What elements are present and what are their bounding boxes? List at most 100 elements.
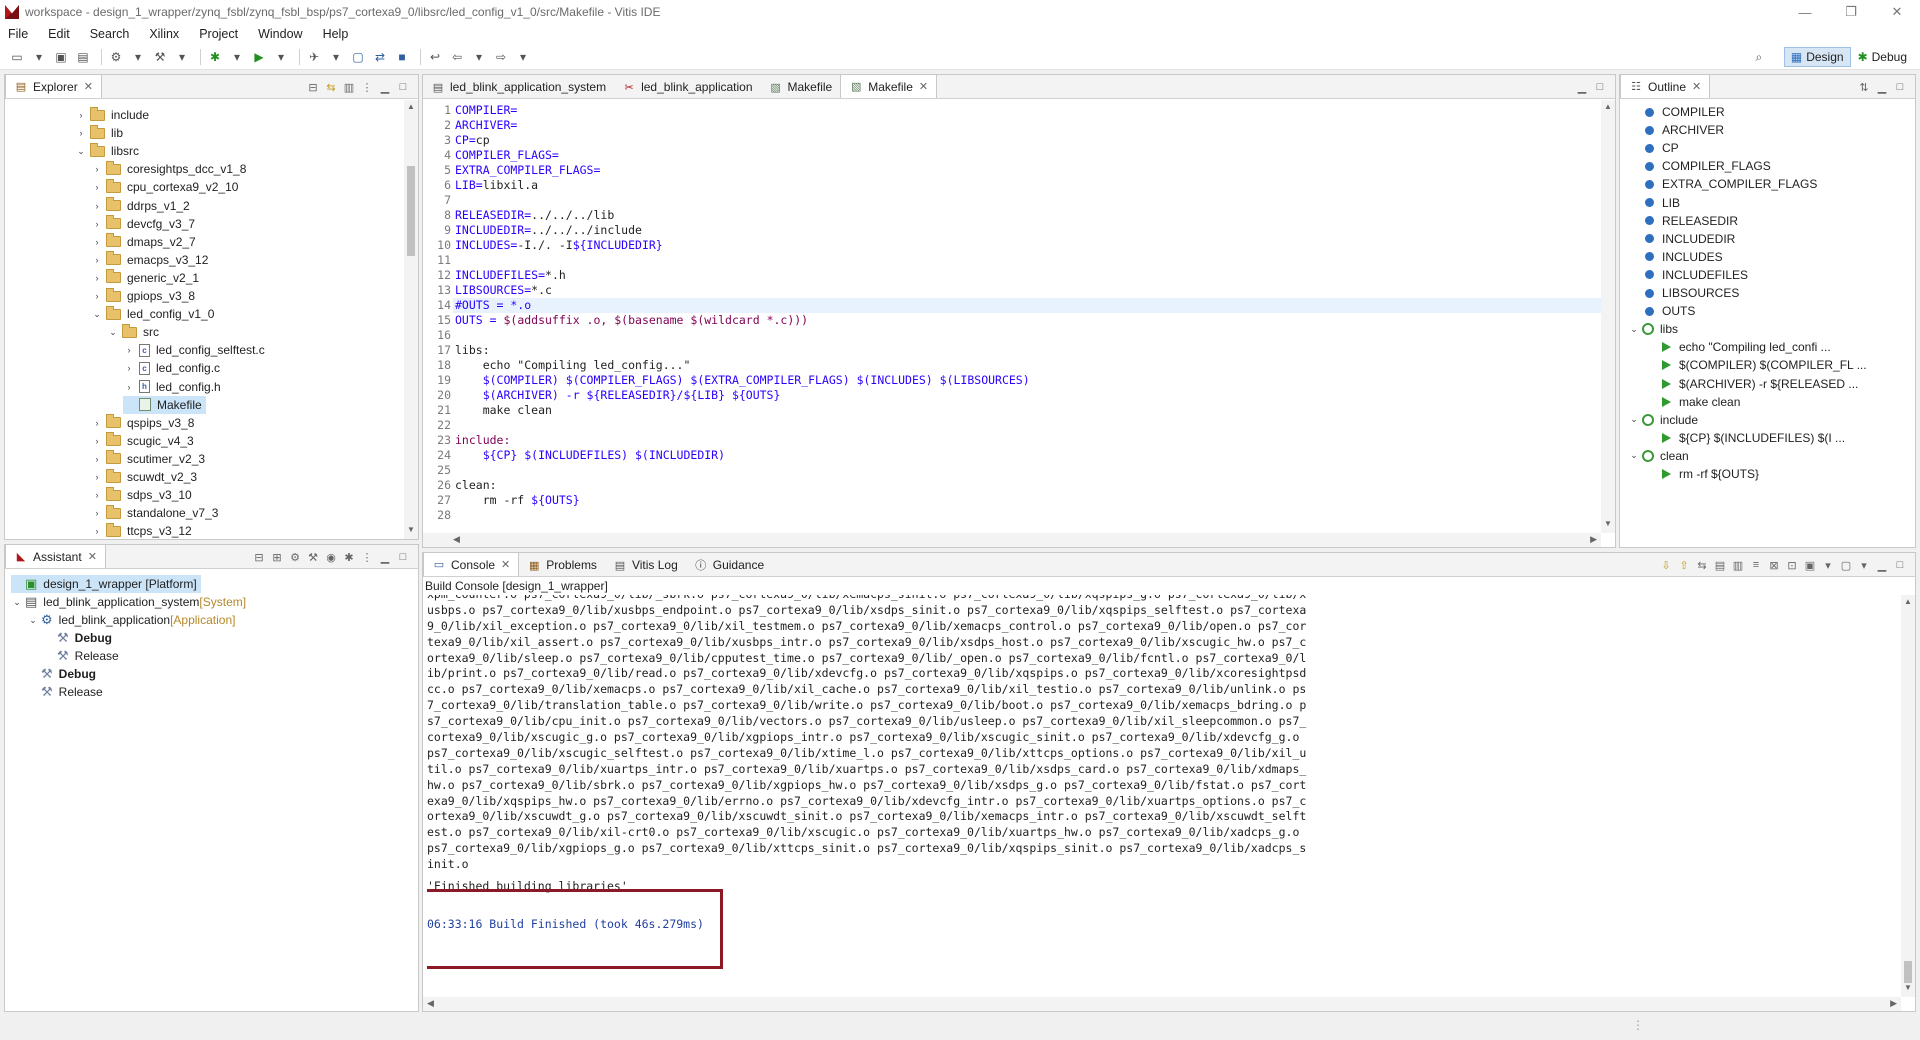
run-icon[interactable]: ▶ [250, 48, 268, 66]
maximize-icon[interactable]: □ [394, 79, 412, 95]
dropdown-icon[interactable]: ▾ [470, 48, 488, 66]
expand-toggle-icon[interactable]: ⌄ [1628, 450, 1640, 461]
tab-console[interactable]: ▭ Console ✕ [423, 552, 520, 576]
link-icon[interactable]: ⇆ [1693, 557, 1711, 573]
tree-item[interactable]: › devcfg_v3_7 [91, 215, 195, 233]
scroll-right-icon[interactable]: ▶ [1890, 998, 1897, 1009]
tree-item[interactable]: › scuwdt_v2_3 [91, 468, 197, 486]
tree-item[interactable]: › cpu_cortexa9_v2_10 [91, 178, 238, 196]
perspective-design[interactable]: ▦ Design [1783, 47, 1851, 67]
menu-help[interactable]: Help [323, 27, 349, 41]
scroll-lock-up-icon[interactable]: ⇧ [1675, 557, 1693, 573]
tree-item[interactable]: › ttcps_v3_12 [91, 522, 192, 539]
outline-item[interactable]: COMPILER [1628, 103, 1725, 121]
perspective-debug[interactable]: ✱ Debug [1851, 47, 1914, 67]
tree-item[interactable]: › ddrps_v1_2 [91, 197, 190, 215]
last-edit-icon[interactable]: ↩ [426, 48, 444, 66]
scroll-down-icon[interactable]: ▼ [404, 525, 418, 537]
expand-toggle-icon[interactable]: ⌄ [1628, 414, 1640, 425]
restore-button[interactable]: ❐ [1828, 0, 1874, 24]
expand-toggle-icon[interactable]: ⌄ [91, 309, 103, 320]
filter-icon[interactable]: ▥ [340, 79, 358, 95]
tab-guidance[interactable]: ⓘ Guidance [686, 554, 772, 576]
expand-toggle-icon[interactable]: › [91, 472, 103, 482]
expand-toggle-icon[interactable]: › [91, 508, 103, 518]
debug-icon[interactable]: ✱ [340, 549, 358, 565]
explorer-scrollbar[interactable]: ▲ ▼ [404, 100, 418, 539]
close-icon[interactable]: ✕ [919, 80, 928, 93]
xsct-console-icon[interactable]: ■ [393, 48, 411, 66]
link-editor-icon[interactable]: ⇆ [322, 79, 340, 95]
outline-item[interactable]: rm -rf ${OUTS} [1646, 465, 1759, 483]
collapse-all-icon[interactable]: ⊟ [304, 79, 322, 95]
menu-project[interactable]: Project [199, 27, 238, 41]
expand-toggle-icon[interactable]: › [123, 345, 135, 355]
tree-item[interactable]: › scutimer_v2_3 [91, 450, 205, 468]
tree-item[interactable]: › c led_config.c [123, 359, 221, 377]
new-icon[interactable]: ▭ [8, 48, 26, 66]
expand-toggle-icon[interactable]: › [91, 182, 103, 192]
dropdown-icon[interactable]: ▾ [173, 48, 191, 66]
scroll-up-icon[interactable]: ▲ [404, 102, 418, 114]
close-icon[interactable]: ✕ [88, 550, 97, 563]
scroll-lock-down-icon[interactable]: ⇩ [1657, 557, 1675, 573]
tree-item[interactable]: › gpiops_v3_8 [91, 287, 195, 305]
build-hammer-icon[interactable]: ⚒ [304, 549, 322, 565]
minimize-icon[interactable]: ▁ [376, 79, 394, 95]
scroll-left-icon[interactable]: ◀ [427, 998, 434, 1009]
debug-bug-icon[interactable]: ✱ [206, 48, 224, 66]
tree-item[interactable]: ⌄ led_config_v1_0 [91, 305, 214, 323]
scroll-up-icon[interactable]: ▲ [1901, 597, 1915, 609]
tab-assistant[interactable]: ◣ Assistant ✕ [5, 544, 106, 568]
assistant-item[interactable]: ▣ design_1_wrapper [Platform] [11, 575, 201, 593]
forward-icon[interactable]: ⇨ [492, 48, 510, 66]
editor-tab-system[interactable]: ▤ led_blink_application_system [423, 76, 614, 98]
outline-item[interactable]: LIB [1628, 194, 1680, 212]
collapse-all-icon[interactable]: ⊟ [250, 549, 268, 565]
expand-toggle-icon[interactable]: › [91, 454, 103, 464]
paste-icon[interactable]: ▥ [1729, 557, 1747, 573]
word-wrap-icon[interactable]: ≡ [1747, 557, 1765, 573]
tree-item[interactable]: › dmaps_v2_7 [91, 233, 196, 251]
expand-toggle-icon[interactable]: › [91, 219, 103, 229]
outline-item[interactable]: ⌄ clean [1628, 447, 1688, 465]
expand-toggle-icon[interactable]: › [123, 363, 135, 373]
editor-hscrollbar[interactable]: ◀ ▶ [423, 533, 1601, 547]
outline-item[interactable]: RELEASEDIR [1628, 212, 1738, 230]
expand-toggle-icon[interactable]: › [91, 418, 103, 428]
save-icon[interactable]: ▣ [52, 48, 70, 66]
maximize-icon[interactable]: □ [1891, 79, 1909, 95]
maximize-icon[interactable]: □ [394, 549, 412, 565]
tree-item[interactable]: › lib [75, 124, 123, 142]
outline-item[interactable]: echo "Compiling led_confi ... [1646, 338, 1831, 356]
tree-item[interactable]: ⌄ libsrc [75, 142, 139, 160]
dropdown-icon[interactable]: ▾ [30, 48, 48, 66]
tree-item[interactable]: › emacps_v3_12 [91, 251, 208, 269]
maximize-icon[interactable]: □ [1891, 557, 1909, 573]
tab-problems[interactable]: ▦ Problems [519, 554, 605, 576]
expand-toggle-icon[interactable]: › [91, 164, 103, 174]
external-tools-icon[interactable]: ✈ [305, 48, 323, 66]
menu-xilinx[interactable]: Xilinx [149, 27, 179, 41]
outline-item[interactable]: INCLUDES [1628, 248, 1723, 266]
terminal-icon[interactable]: ▢ [349, 48, 367, 66]
editor-tab-application[interactable]: ✂ led_blink_application [614, 76, 760, 98]
menu-file[interactable]: File [8, 27, 28, 41]
assistant-item[interactable]: ⚒ Release [43, 647, 119, 665]
close-icon[interactable]: ✕ [501, 558, 510, 571]
scroll-right-icon[interactable]: ▶ [1590, 534, 1597, 545]
assistant-item[interactable]: ⌄ ▤ led_blink_application_system [System] [11, 593, 246, 611]
scroll-thumb[interactable] [407, 166, 415, 256]
copy-icon[interactable]: ▤ [1711, 557, 1729, 573]
maximize-icon[interactable]: □ [1591, 79, 1609, 95]
tree-item[interactable]: › coresightps_dcc_v1_8 [91, 160, 246, 178]
view-menu-icon[interactable]: ⋮ [358, 549, 376, 565]
assistant-item[interactable]: ⚒ Debug [43, 629, 112, 647]
build-config-icon[interactable]: ⚙ [107, 48, 125, 66]
scroll-down-icon[interactable]: ▼ [1601, 519, 1615, 531]
outline-item[interactable]: COMPILER_FLAGS [1628, 157, 1771, 175]
dropdown-icon[interactable]: ▾ [228, 48, 246, 66]
tree-item[interactable]: › generic_v2_1 [91, 269, 199, 287]
settings-icon[interactable]: ⚙ [286, 549, 304, 565]
run-icon[interactable]: ◉ [322, 549, 340, 565]
